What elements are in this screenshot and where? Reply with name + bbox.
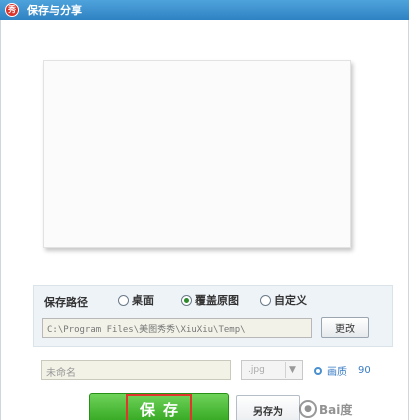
radio-desktop-label: 桌面 <box>132 294 154 307</box>
window-title: 保存与分享 <box>27 4 82 17</box>
radio-custom-label: 自定义 <box>274 294 307 307</box>
file-name-input[interactable]: 未命名 <box>41 360 231 380</box>
image-preview <box>43 60 351 248</box>
format-select[interactable]: .jpg ▼ <box>241 360 303 380</box>
save-path-panel: 保存路径 桌面 覆盖原图 自定义 C:\Program Files\美图秀秀\X… <box>33 285 393 347</box>
save-path-label: 保存路径 <box>44 296 88 309</box>
save-button[interactable]: 保存 <box>89 393 229 420</box>
radio-selected-icon <box>181 294 192 306</box>
quality-label: 画质 <box>327 367 347 378</box>
quality-dot-icon <box>314 366 322 375</box>
watermark-text: Bai度 <box>319 402 353 417</box>
paw-logo-icon: ● <box>299 400 317 418</box>
radio-overwrite-label: 覆盖原图 <box>195 294 239 307</box>
watermark: ● Bai度 <box>299 400 352 418</box>
save-button-label: 保存 <box>125 394 192 420</box>
radio-circle-icon <box>260 294 271 306</box>
quality-control[interactable]: 画质 90 <box>314 363 371 378</box>
change-path-button[interactable]: 更改 <box>321 317 369 338</box>
radio-overwrite-original[interactable]: 覆盖原图 <box>181 292 239 308</box>
save-path-input[interactable]: C:\Program Files\美图秀秀\XiuXiu\Temp\ <box>42 318 312 338</box>
format-value: .jpg <box>248 365 265 375</box>
radio-circle-icon <box>118 294 129 306</box>
radio-custom[interactable]: 自定义 <box>260 292 307 308</box>
quality-value: 90 <box>358 365 371 376</box>
save-as-button[interactable]: 另存为 <box>236 395 300 420</box>
app-logo-icon: 秀 <box>5 3 19 17</box>
radio-desktop[interactable]: 桌面 <box>118 292 154 308</box>
dialog-body: 保存路径 桌面 覆盖原图 自定义 C:\Program Files\美图秀秀\X… <box>0 20 409 420</box>
title-bar: 秀 保存与分享 <box>0 0 409 20</box>
chevron-down-icon: ▼ <box>285 362 299 378</box>
